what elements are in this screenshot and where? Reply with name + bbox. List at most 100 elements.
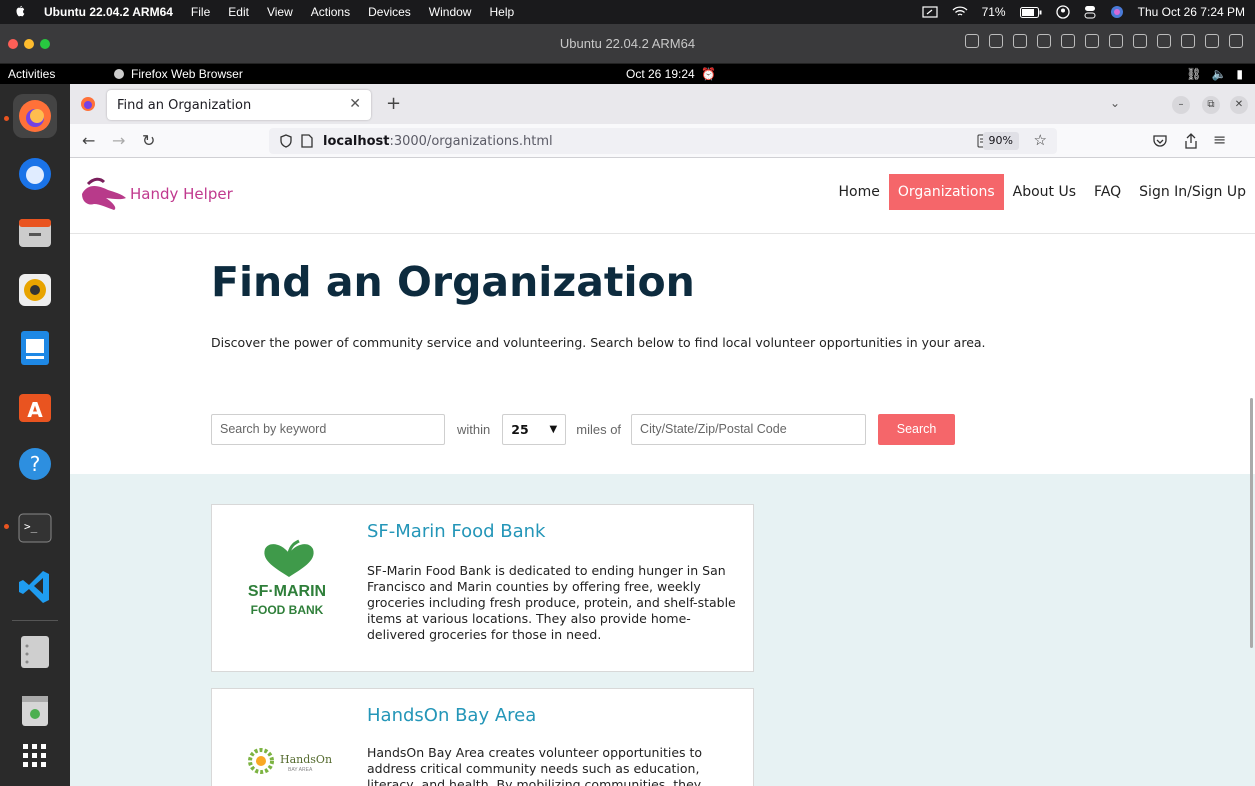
back-arrow-icon[interactable]: ←: [82, 131, 95, 150]
network-icon[interactable]: [1061, 34, 1075, 48]
svg-text:>_: >_: [24, 520, 38, 533]
results-section: SF·MARIN FOOD BANK SF-Marin Food Bank SF…: [70, 474, 1255, 786]
tab-title: Find an Organization: [117, 97, 252, 113]
gnome-clock[interactable]: Oct 26 19:24 ⏰: [626, 67, 716, 81]
site-logo[interactable]: Handy Helper: [78, 172, 233, 216]
tab-find-organization[interactable]: Find an Organization ✕: [107, 90, 371, 120]
page-title: Find an Organization: [211, 258, 695, 306]
writer-dock-icon[interactable]: [13, 326, 57, 370]
nav-faq[interactable]: FAQ: [1085, 174, 1130, 210]
wifi-icon[interactable]: [952, 6, 968, 18]
dropdown-triangle-icon: ▼: [549, 423, 558, 435]
disks-dock-icon[interactable]: [13, 630, 57, 674]
rhythmbox-dock-icon[interactable]: [13, 268, 57, 312]
page-icon[interactable]: [301, 134, 313, 148]
network-wired-icon: ⛓: [1186, 67, 1202, 81]
web-page: Handy Helper Home Organizations About Us…: [70, 158, 1255, 786]
mac-menu-devices[interactable]: Devices: [368, 5, 411, 19]
list-tabs-icon[interactable]: ⌄: [1110, 96, 1120, 110]
bookmark-star-icon[interactable]: ☆: [1034, 131, 1047, 149]
printer-icon[interactable]: [1133, 34, 1147, 48]
reload-icon[interactable]: ↻: [142, 131, 155, 150]
activities-button[interactable]: Activities: [8, 67, 55, 81]
battery-percent: 71%: [981, 5, 1006, 19]
site-nav: Home Organizations About Us FAQ Sign In/…: [830, 174, 1255, 210]
close-tab-icon[interactable]: ✕: [349, 96, 361, 112]
gnome-app-menu[interactable]: Firefox Web Browser: [113, 67, 243, 81]
minimize-icon[interactable]: –: [1172, 96, 1190, 114]
vscode-dock-icon[interactable]: [13, 564, 57, 608]
mac-menu-edit[interactable]: Edit: [228, 5, 249, 19]
show-apps-icon[interactable]: [13, 734, 57, 778]
search-button[interactable]: Search: [878, 413, 956, 445]
video-icon[interactable]: [1157, 34, 1171, 48]
keyboard-icon[interactable]: [965, 34, 979, 48]
miles-select[interactable]: 25 ▼: [502, 413, 567, 445]
mac-menu-help[interactable]: Help: [489, 5, 514, 19]
settings-icon[interactable]: [1229, 34, 1243, 48]
nav-organizations[interactable]: Organizations: [888, 174, 1004, 210]
restore-icon[interactable]: ⧉: [1202, 96, 1220, 114]
keyword-search-input[interactable]: Search by keyword: [211, 413, 445, 445]
page-description: Discover the power of community service …: [211, 335, 986, 350]
mac-datetime[interactable]: Thu Oct 26 7:24 PM: [1138, 5, 1245, 19]
organization-name[interactable]: SF-Marin Food Bank: [367, 521, 545, 542]
mac-menubar: Ubuntu 22.04.2 ARM64 File Edit View Acti…: [0, 0, 1255, 24]
thunderbird-dock-icon[interactable]: [13, 152, 57, 196]
new-tab-icon[interactable]: +: [386, 93, 401, 114]
page-scrollbar[interactable]: [1250, 398, 1253, 648]
gnome-system-tray[interactable]: ⛓ 🔈 ▮: [1186, 67, 1243, 81]
organization-name[interactable]: HandsOn Bay Area: [367, 705, 536, 726]
user-icon[interactable]: [1055, 5, 1070, 19]
shield-icon[interactable]: [279, 134, 293, 148]
mac-app-name[interactable]: Ubuntu 22.04.2 ARM64: [44, 5, 173, 19]
trash-dock-icon[interactable]: [13, 688, 57, 732]
nav-about-us[interactable]: About Us: [1004, 174, 1085, 210]
microphone-icon[interactable]: [1109, 34, 1123, 48]
battery-icon[interactable]: [1019, 6, 1042, 18]
apple-icon[interactable]: [12, 5, 28, 19]
chip-icon[interactable]: [989, 34, 1003, 48]
alarm-icon: ⏰: [701, 67, 717, 81]
screen-share-icon[interactable]: [921, 6, 938, 18]
organization-card[interactable]: HandsOn BAY AREA HandsOn Bay Area HandsO…: [211, 688, 754, 786]
handson-sun-icon: [248, 748, 274, 774]
helping-hand-icon: [82, 177, 126, 210]
site-logo-text: Handy Helper: [130, 185, 233, 203]
mac-menu-file[interactable]: File: [191, 5, 210, 19]
control-center-icon[interactable]: [1084, 5, 1096, 19]
siri-icon[interactable]: [1110, 5, 1124, 19]
site-header: Handy Helper Home Organizations About Us…: [70, 158, 1255, 234]
mac-menu-view[interactable]: View: [267, 5, 293, 19]
help-dock-icon[interactable]: ?: [13, 442, 57, 486]
url-host: localhost: [323, 133, 390, 149]
hamburger-menu-icon[interactable]: ≡: [1213, 130, 1226, 149]
share-icon[interactable]: [1184, 133, 1198, 149]
url-bar[interactable]: localhost:3000/organizations.html 90% ☆: [269, 128, 1057, 154]
pocket-icon[interactable]: [1153, 134, 1167, 148]
forward-arrow-icon[interactable]: →: [112, 131, 125, 150]
svg-text:?: ?: [30, 452, 41, 476]
gnome-app-name: Firefox Web Browser: [131, 67, 243, 81]
camera-off-icon[interactable]: [1037, 34, 1051, 48]
nav-home[interactable]: Home: [830, 174, 889, 210]
zoom-level-badge[interactable]: 90%: [982, 132, 1019, 150]
app-center-dock-icon[interactable]: A: [13, 384, 57, 428]
mac-menu-actions[interactable]: Actions: [311, 5, 350, 19]
location-search-input[interactable]: City/State/Zip/Postal Code: [631, 413, 867, 445]
files-dock-icon[interactable]: [13, 210, 57, 254]
organization-card[interactable]: SF·MARIN FOOD BANK SF-Marin Food Bank SF…: [211, 504, 754, 672]
firefox-dock-icon[interactable]: [13, 94, 57, 138]
sf-marin-logo: SF·MARIN FOOD BANK: [212, 505, 362, 671]
usb-icon[interactable]: [1013, 34, 1027, 48]
terminal-dock-icon[interactable]: >_: [13, 506, 57, 550]
firefox-view-icon[interactable]: [80, 96, 96, 112]
power-icon: ▮: [1236, 67, 1243, 81]
shared-folder-icon[interactable]: [1181, 34, 1195, 48]
nav-sign-in[interactable]: Sign In/Sign Up: [1130, 174, 1255, 210]
back-icon[interactable]: [1205, 34, 1219, 48]
mac-menu-window[interactable]: Window: [429, 5, 472, 19]
running-indicator: [4, 116, 9, 121]
close-icon[interactable]: ✕: [1230, 96, 1248, 114]
sound-icon[interactable]: [1085, 34, 1099, 48]
